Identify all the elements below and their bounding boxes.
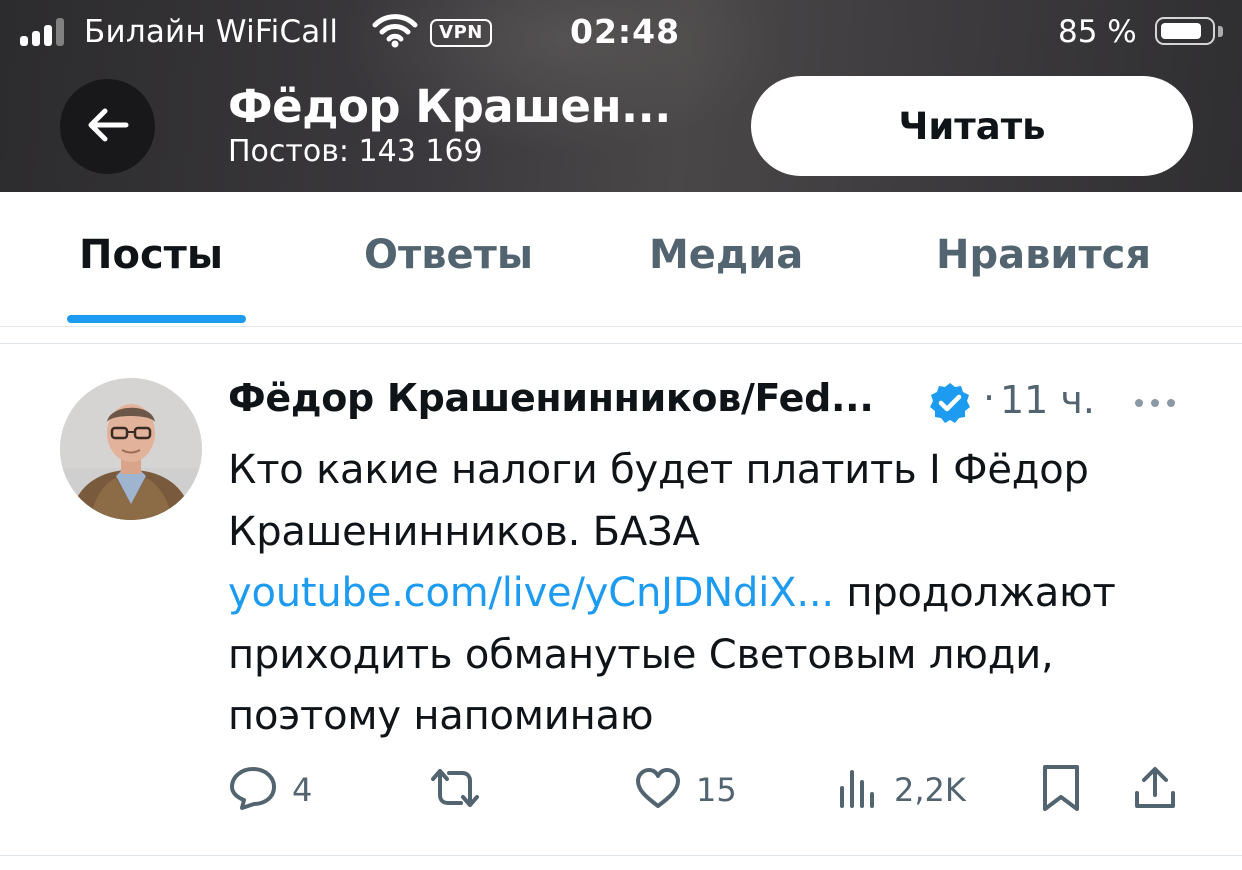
like-button[interactable]: 15 bbox=[634, 760, 737, 820]
back-button[interactable] bbox=[60, 79, 155, 174]
tab-media[interactable]: Медиа bbox=[649, 232, 803, 278]
tab-posts[interactable]: Посты bbox=[79, 232, 223, 278]
reply-count: 4 bbox=[292, 771, 313, 809]
retweet-button[interactable] bbox=[427, 760, 497, 820]
follow-button[interactable]: Читать bbox=[751, 76, 1193, 176]
more-dots-icon[interactable] bbox=[1133, 395, 1177, 414]
verified-badge-icon bbox=[929, 382, 971, 428]
carrier-name: Билайн WiFiCall bbox=[84, 14, 339, 50]
status-bar: Билайн WiFiCall VPN 02:48 85 % bbox=[0, 0, 1242, 66]
share-button[interactable] bbox=[1132, 760, 1178, 820]
share-icon bbox=[1132, 765, 1178, 815]
views-button[interactable]: 2,2K bbox=[836, 760, 966, 820]
tweet-time[interactable]: 11 ч. bbox=[1000, 378, 1095, 422]
views-count: 2,2K bbox=[894, 771, 966, 809]
profile-tabs: Посты Ответы Медиа Нравится bbox=[0, 192, 1242, 327]
like-count: 15 bbox=[696, 771, 737, 809]
battery-percent: 85 % bbox=[1058, 14, 1137, 50]
section-divider bbox=[0, 327, 1242, 344]
battery-cap bbox=[1218, 26, 1223, 37]
heart-icon bbox=[634, 766, 682, 814]
vpn-badge: VPN bbox=[430, 19, 492, 47]
tweet-author[interactable]: Фёдор Крашенинников/Fed... bbox=[228, 376, 874, 420]
status-time: 02:48 bbox=[570, 12, 681, 51]
bookmark-button[interactable] bbox=[1040, 760, 1082, 820]
avatar[interactable] bbox=[60, 378, 202, 520]
cell-signal-icon bbox=[20, 18, 72, 46]
tweet-text: Кто какие налоги будет платить I Фёдор К… bbox=[228, 440, 1208, 748]
bookmark-icon bbox=[1040, 763, 1082, 817]
tab-replies[interactable]: Ответы bbox=[364, 232, 533, 278]
tweet-actions: 4 15 2,2K bbox=[0, 760, 1242, 820]
active-tab-indicator bbox=[67, 315, 246, 323]
tweet-divider bbox=[0, 855, 1242, 856]
comment-icon bbox=[228, 765, 278, 815]
post-count: Постов: 143 169 bbox=[228, 134, 483, 169]
retweet-icon bbox=[427, 765, 483, 815]
tweet-text-before: Кто какие налоги будет платить I Фёдор К… bbox=[228, 447, 1089, 555]
profile-name: Фёдор Крашен... bbox=[228, 80, 671, 133]
battery-icon bbox=[1155, 17, 1215, 45]
tweet-link[interactable]: youtube.com/live/yCnJDNdiX... bbox=[228, 570, 834, 616]
views-bar-chart-icon bbox=[836, 766, 880, 814]
tweet-separator: · bbox=[983, 376, 996, 420]
tab-likes[interactable]: Нравится bbox=[936, 232, 1151, 278]
reply-button[interactable]: 4 bbox=[228, 760, 312, 820]
profile-header: Билайн WiFiCall VPN 02:48 85 % Фёдор Кра… bbox=[0, 0, 1242, 192]
wifi-icon bbox=[372, 14, 418, 52]
arrow-left-icon bbox=[86, 107, 130, 147]
